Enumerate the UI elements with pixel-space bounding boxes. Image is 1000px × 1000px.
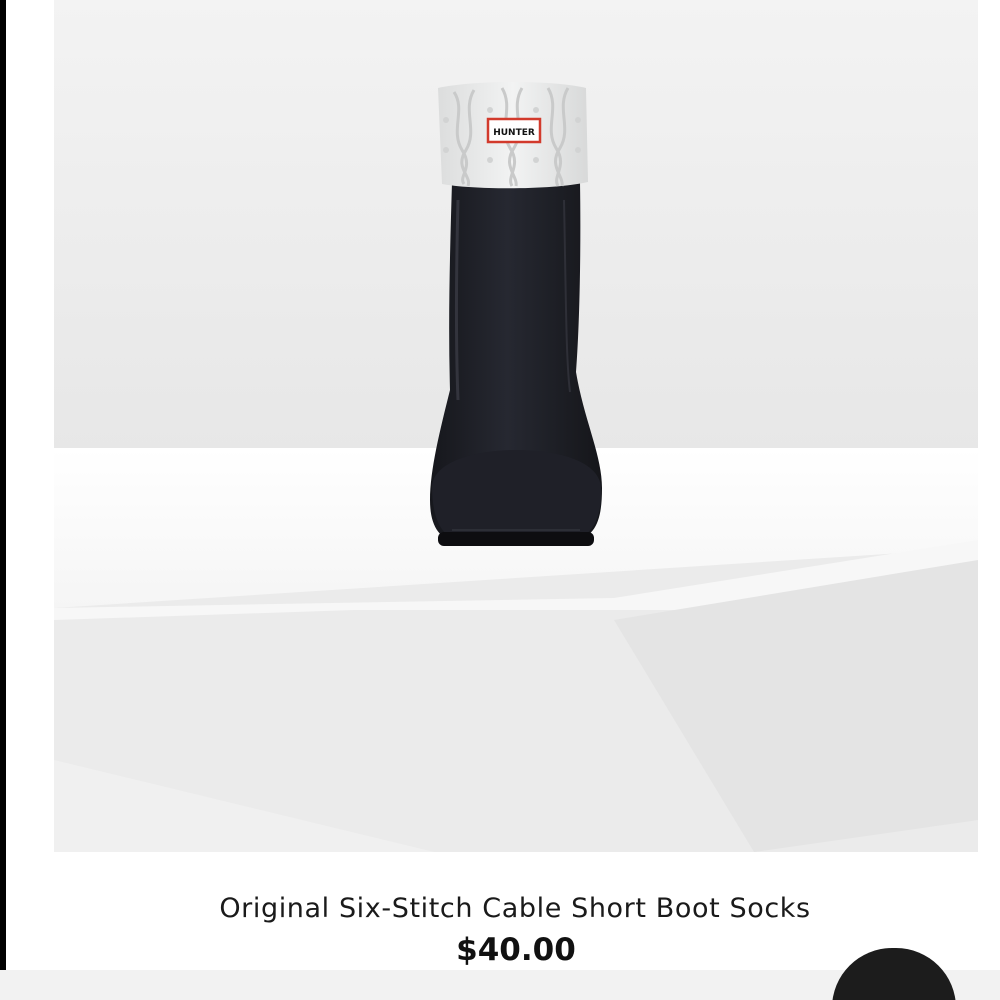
brand-label: HUNTER: [486, 117, 542, 144]
product-title[interactable]: Original Six-Stitch Cable Short Boot Soc…: [0, 893, 1000, 924]
svg-text:HUNTER: HUNTER: [493, 128, 535, 138]
product-price: $40.00: [456, 932, 576, 968]
left-edge-divider: [0, 0, 6, 970]
boot-sole: [438, 532, 594, 546]
product-page: HUNTER Original Six-Stitch Cable Short B…: [0, 0, 1000, 1000]
product-image[interactable]: HUNTER: [54, 0, 978, 852]
product-photo: HUNTER: [54, 0, 978, 852]
